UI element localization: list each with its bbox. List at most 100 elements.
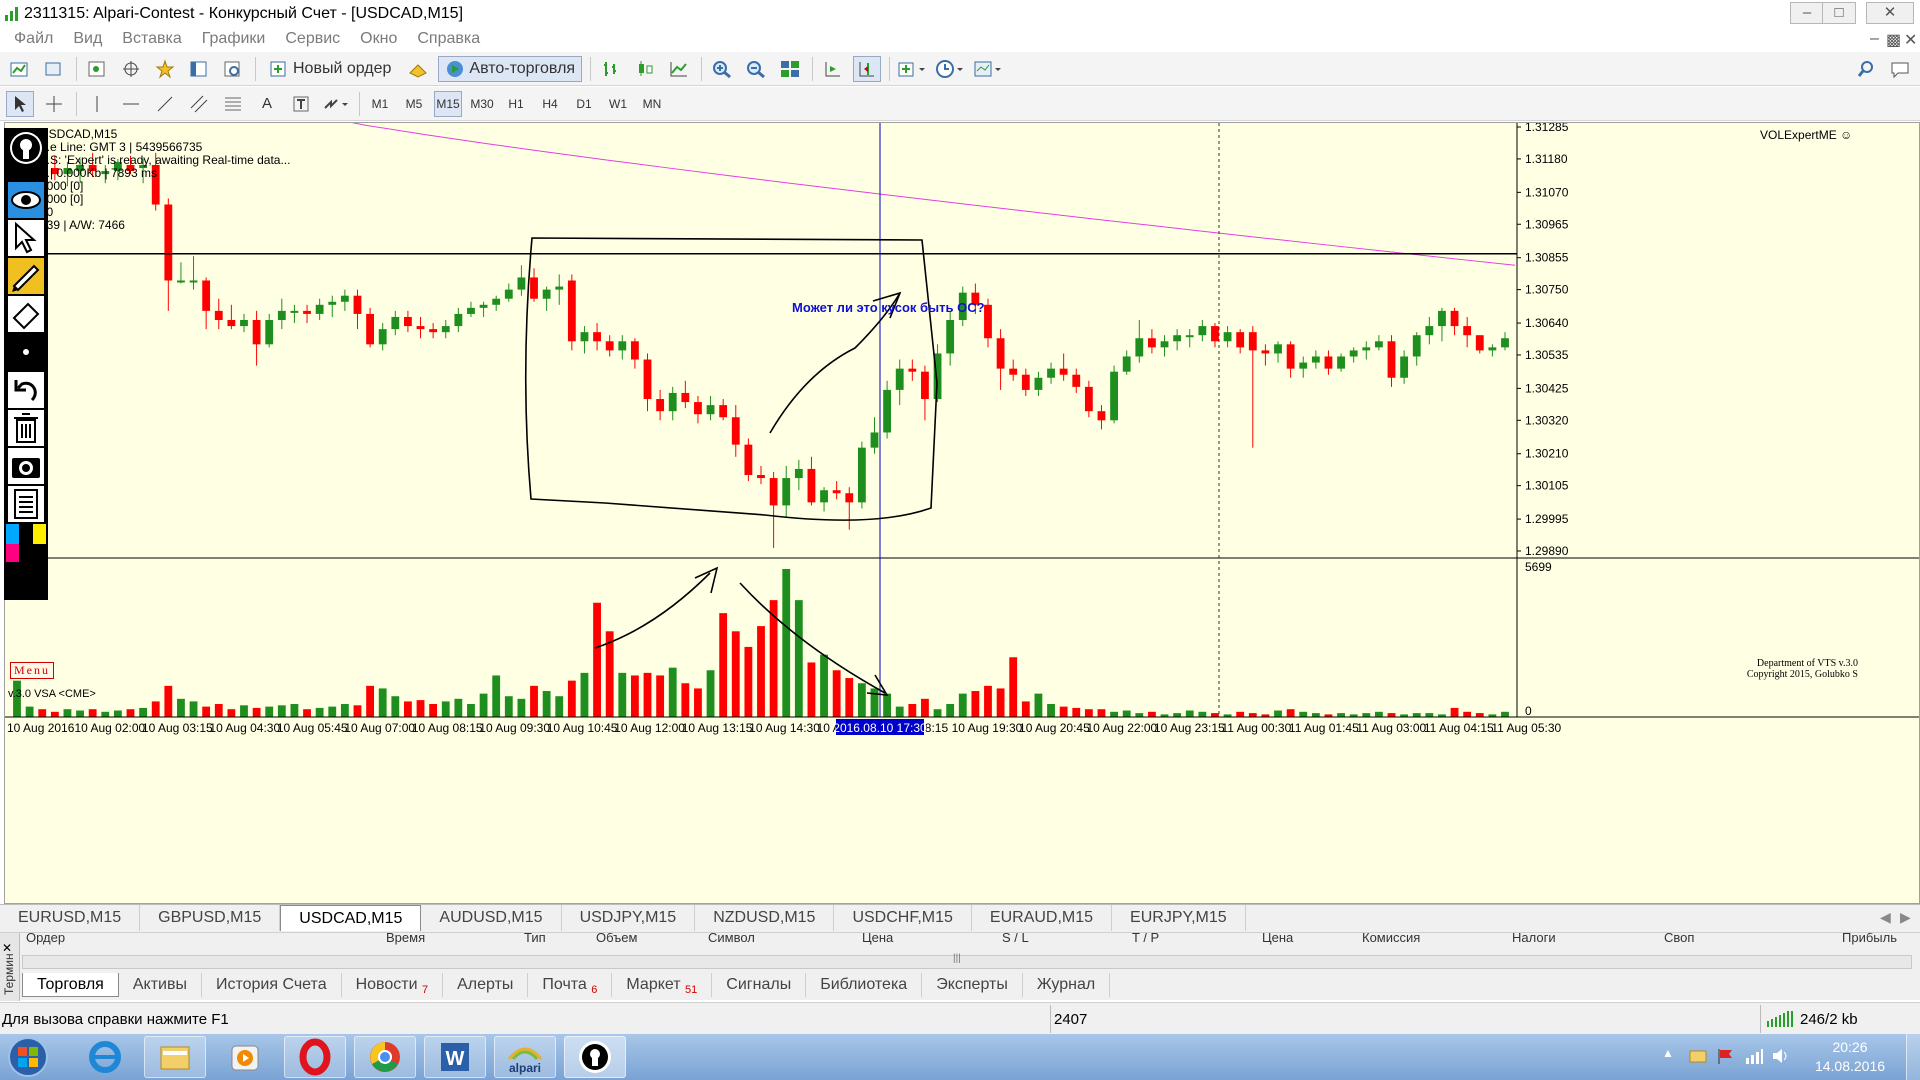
swatch-magenta[interactable] [6,544,20,562]
candlesticks-button[interactable] [631,56,659,82]
col-type[interactable]: Тип [524,933,546,945]
taskbar-keyhole-app[interactable] [564,1036,626,1078]
menu-file[interactable]: Файл [14,30,53,48]
col-order[interactable]: Ордер [26,933,65,945]
taskbar-alpari[interactable]: alpari [494,1036,556,1078]
menu-window[interactable]: Окно [360,30,397,48]
tray-volume-icon[interactable] [1770,1046,1790,1066]
col-volume[interactable]: Объем [596,933,637,945]
line-chart-button[interactable] [665,56,693,82]
zoom-out-button[interactable] [742,56,770,82]
channel-button[interactable] [185,91,213,117]
mdi-minimize-button[interactable]: – [1870,30,1879,48]
chat-button[interactable] [1886,56,1914,82]
terminal-tab-mailbox[interactable]: Почта 6 [528,973,613,997]
notes-icon[interactable] [8,486,44,522]
chart-tab-eurjpy[interactable]: EURJPY,M15 [1112,905,1246,931]
text-tool-button[interactable]: A [253,91,281,117]
chart-tab-usdjpy[interactable]: USDJPY,M15 [562,905,696,931]
market-watch-button[interactable] [83,56,111,82]
tray-network-folder-icon[interactable] [1688,1046,1708,1066]
terminal-tab-experts[interactable]: Эксперты [922,973,1023,997]
close-button[interactable]: ✕ [1866,2,1914,24]
chart-tab-eurusd[interactable]: EURUSD,M15 [0,905,141,931]
chart-tab-euraud[interactable]: EURAUD,M15 [972,905,1113,931]
menu-charts[interactable]: Графики [202,30,266,48]
menu-insert[interactable]: Вставка [122,30,181,48]
show-desktop-button[interactable] [1906,1034,1920,1080]
indicators-button[interactable] [896,56,928,82]
tray-clock[interactable]: 20:26 14.08.2016 [1800,1038,1900,1076]
timeframe-h1-button[interactable]: H1 [502,91,530,117]
chart-menu-button[interactable]: Menu [10,662,54,679]
trendline-button[interactable] [151,91,179,117]
menu-view[interactable]: Вид [73,30,102,48]
col-sl[interactable]: S / L [1002,933,1029,945]
swatch-yellow[interactable] [32,524,46,544]
col-time[interactable]: Время [386,933,425,945]
terminal-tab-assets[interactable]: Активы [119,973,202,997]
undo-icon[interactable] [8,372,44,408]
mdi-restore-button[interactable]: ▩ [1886,30,1901,50]
new-chart-button[interactable] [6,56,34,82]
terminal-button[interactable] [185,56,213,82]
metaeditor-button[interactable] [404,56,432,82]
chart-window[interactable]: 1.31285 1.31180 1.31070 1.30965 1.30855 1.307… [4,112,1920,904]
templates-button[interactable] [972,56,1004,82]
fibonacci-button[interactable] [219,91,247,117]
tray-expand-icon[interactable]: ▲ [1662,1046,1674,1060]
chart-tab-usdchf[interactable]: USDCHF,M15 [834,905,972,931]
pencil-icon[interactable] [8,258,44,294]
color-swatches-bottom[interactable] [6,544,46,562]
new-order-button[interactable]: Новый ордер [262,56,398,82]
pointer-icon[interactable] [8,220,44,256]
periods-button[interactable] [934,56,966,82]
chart-shift-button[interactable] [819,56,847,82]
vertical-line-button[interactable] [83,91,111,117]
timeframe-mn-button[interactable]: MN [638,91,666,117]
timeframe-w1-button[interactable]: W1 [604,91,632,117]
tile-windows-button[interactable] [776,56,804,82]
taskbar-media[interactable] [214,1036,276,1078]
taskbar-opera[interactable] [284,1036,346,1078]
start-button-icon[interactable] [6,1036,50,1078]
strategy-tester-button[interactable] [219,56,247,82]
col-current-price[interactable]: Цена [1262,933,1293,945]
chart-tab-nzdusd[interactable]: NZDUSD,M15 [695,905,835,931]
dot-icon[interactable] [8,334,44,370]
col-swap[interactable]: Своп [1664,933,1694,945]
maximize-button[interactable]: □ [1822,2,1856,24]
terminal-tab-alerts[interactable]: Алерты [443,973,529,997]
col-taxes[interactable]: Налоги [1512,933,1556,945]
chart-tab-gbpusd[interactable]: GBPUSD,M15 [140,905,281,931]
terminal-tab-trade[interactable]: Торговля [22,973,119,997]
terminal-tab-signals[interactable]: Сигналы [712,973,807,997]
taskbar-explorer[interactable] [144,1036,206,1078]
col-tp[interactable]: T / P [1132,933,1159,945]
minimize-button[interactable]: – [1790,2,1824,24]
tabs-scroll-left-icon[interactable]: ◀ [1880,909,1891,926]
swatch-black[interactable] [19,524,33,544]
taskbar-word[interactable]: W [424,1036,486,1078]
profiles-button[interactable] [40,56,68,82]
menu-tools[interactable]: Сервис [285,30,340,48]
col-commission[interactable]: Комиссия [1362,933,1420,945]
auto-trading-button[interactable]: Авто-торговля [438,55,583,82]
terminal-tab-news[interactable]: Новости 7 [342,973,444,997]
horizontal-line-button[interactable] [117,91,145,117]
crosshair-tool-button[interactable] [40,91,68,117]
keyhole-icon[interactable] [8,130,44,166]
timeframe-d1-button[interactable]: D1 [570,91,598,117]
text-label-button[interactable] [287,91,315,117]
menu-help[interactable]: Справка [417,30,480,48]
terminal-tab-history[interactable]: История Счета [202,973,342,997]
timeframe-m30-button[interactable]: M30 [468,91,496,117]
zoom-in-button[interactable] [708,56,736,82]
chart-tab-audusd[interactable]: AUDUSD,M15 [421,905,562,931]
tray-flag-icon[interactable] [1716,1046,1736,1066]
bar-chart-button[interactable] [597,56,625,82]
eye-icon[interactable] [8,182,44,218]
timeframe-m15-button[interactable]: M15 [434,90,462,117]
eraser-icon[interactable] [8,296,44,332]
chart-tab-usdcad[interactable]: USDCAD,M15 [280,905,422,931]
